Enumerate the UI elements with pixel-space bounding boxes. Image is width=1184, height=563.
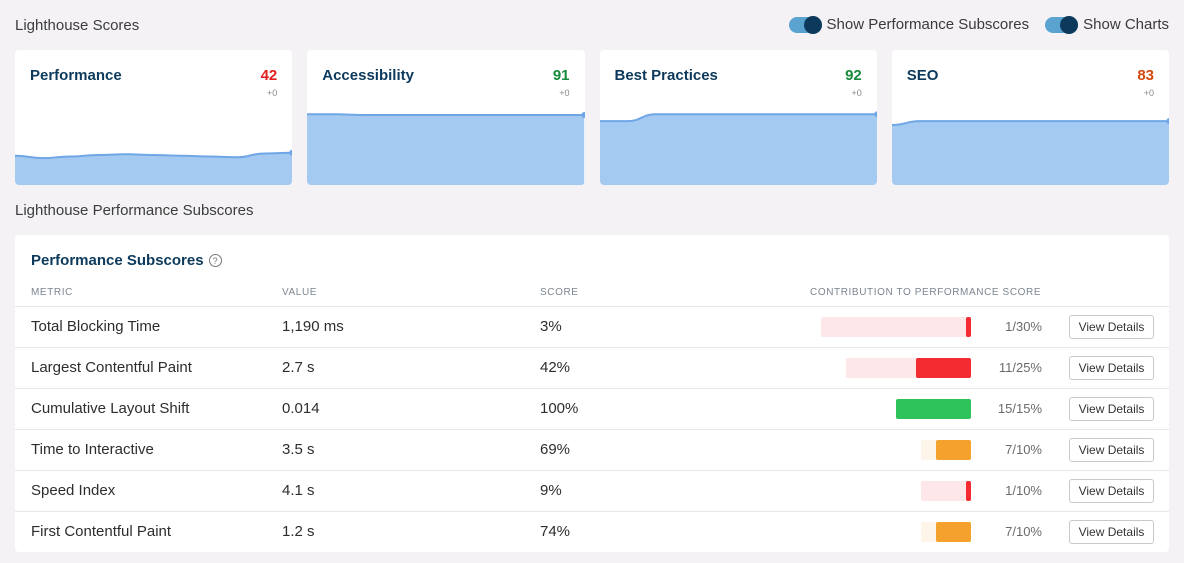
metric-score: 69% xyxy=(540,441,571,458)
metric-value: 3.5 s xyxy=(282,441,315,458)
contribution-bar-track xyxy=(821,317,971,337)
metric-value: 1.2 s xyxy=(282,523,315,540)
toggle-switch[interactable] xyxy=(788,15,822,34)
column-header-score: SCORE xyxy=(540,287,579,298)
contribution-ratio: 1/10% xyxy=(1005,483,1042,498)
table-row: Total Blocking Time 1,190 ms 3% 1/30% View D… xyxy=(15,307,1169,348)
toggle-show-performance-subscores[interactable]: Show Performance Subscores xyxy=(788,15,1030,34)
toggle-switch[interactable] xyxy=(1045,15,1079,34)
view-details-button[interactable]: View Details xyxy=(1069,356,1154,380)
metric-name: Total Blocking Time xyxy=(31,318,161,335)
contribution-bar-fill xyxy=(966,481,971,501)
metric-value: 1,190 ms xyxy=(282,318,344,335)
score-card-performance[interactable]: Performance 42 +0 xyxy=(15,50,293,185)
contribution-bar-track xyxy=(896,399,971,419)
metric-score: 74% xyxy=(540,523,571,540)
lighthouse-scores-heading: Lighthouse Scores xyxy=(15,17,140,34)
metric-value: 2.7 s xyxy=(282,359,315,376)
metric-score: 42% xyxy=(540,359,571,376)
card-score: 91 xyxy=(552,67,570,84)
table-row: Cumulative Layout Shift 0.014 100% 15/15% Vi… xyxy=(15,389,1169,430)
help-icon[interactable]: ? xyxy=(208,254,222,267)
card-title: SEO xyxy=(906,67,939,84)
contribution-bar-track xyxy=(846,358,971,378)
card-title: Accessibility xyxy=(322,67,414,84)
card-title: Best Practices xyxy=(614,67,718,84)
metric-name: Speed Index xyxy=(31,482,116,499)
card-score: 92 xyxy=(845,67,862,84)
contribution-bar-fill xyxy=(936,440,971,460)
view-details-button[interactable]: View Details xyxy=(1069,438,1154,462)
trend-area xyxy=(891,121,1169,185)
contribution-ratio: 7/10% xyxy=(1005,524,1042,539)
trend-chart xyxy=(307,112,585,185)
score-cards: Performance 42 +0 Accessibility 91 +0 Be… xyxy=(15,50,1169,185)
table-row: Largest Contentful Paint 2.7 s 42% 11/25% Vi… xyxy=(15,348,1169,389)
contribution-bar-fill xyxy=(916,358,971,378)
contribution-ratio: 15/15% xyxy=(997,401,1042,416)
trend-chart xyxy=(599,111,877,185)
contribution-ratio: 11/25% xyxy=(998,360,1042,375)
panel-title-text: Performance Subscores xyxy=(31,252,204,269)
panel-title: Performance Subscores ? xyxy=(31,252,222,269)
score-card-seo[interactable]: SEO 83 +0 xyxy=(891,50,1169,185)
metric-name: Cumulative Layout Shift xyxy=(31,400,190,417)
card-title: Performance xyxy=(30,67,122,84)
trend-chart xyxy=(891,118,1169,185)
table-body: Total Blocking Time 1,190 ms 3% 1/30% View D… xyxy=(15,307,1169,553)
metric-score: 3% xyxy=(540,318,562,335)
trend-area xyxy=(307,114,585,185)
metric-name: First Contentful Paint xyxy=(31,523,172,540)
table-row: Time to Interactive 3.5 s 69% 7/10% View Det… xyxy=(15,430,1169,471)
column-header-value: VALUE xyxy=(282,287,318,298)
score-card-accessibility[interactable]: Accessibility 91 +0 xyxy=(307,50,585,185)
toggle-knob xyxy=(1060,15,1079,34)
performance-subscores-heading: Lighthouse Performance Subscores xyxy=(15,202,254,219)
toggle-group: Show Performance Subscores Show Charts xyxy=(788,15,1169,34)
score-card-best-practices[interactable]: Best Practices 92 +0 xyxy=(599,50,877,185)
view-details-button[interactable]: View Details xyxy=(1069,520,1154,544)
metric-name: Largest Contentful Paint xyxy=(31,359,192,376)
table-header: METRIC VALUE SCORE CONTRIBUTION TO PERFO… xyxy=(15,285,1169,307)
trend-chart xyxy=(15,149,293,185)
trend-area xyxy=(599,114,877,185)
toggle-label: Show Charts xyxy=(1083,16,1169,33)
column-header-metric: METRIC xyxy=(31,287,73,298)
contribution-bar-track xyxy=(921,481,971,501)
view-details-button[interactable]: View Details xyxy=(1069,315,1154,339)
toggle-knob xyxy=(803,15,822,34)
contribution-bar-track xyxy=(921,522,971,542)
toggle-label: Show Performance Subscores xyxy=(826,16,1030,33)
toggle-show-charts[interactable]: Show Charts xyxy=(1045,15,1169,34)
metric-score: 100% xyxy=(540,400,579,417)
trend-line xyxy=(307,113,585,116)
metric-name: Time to Interactive xyxy=(31,441,154,458)
contribution-bar-track xyxy=(921,440,971,460)
contribution-bar-fill xyxy=(966,317,971,337)
card-score: 83 xyxy=(1137,67,1154,84)
contribution-ratio: 1/30% xyxy=(1005,319,1042,334)
contribution-bar-fill xyxy=(936,522,971,542)
table-row: First Contentful Paint 1.2 s 74% 7/10% View … xyxy=(15,512,1169,553)
table-row: Speed Index 4.1 s 9% 1/10% View Details xyxy=(15,471,1169,512)
view-details-button[interactable]: View Details xyxy=(1069,479,1154,503)
card-score: 42 xyxy=(260,67,278,84)
subscores-panel: Performance Subscores ? METRIC VALUE SCO… xyxy=(15,235,1169,552)
metric-value: 4.1 s xyxy=(282,482,315,499)
column-header-contribution: CONTRIBUTION TO PERFORMANCE SCORE xyxy=(810,287,1042,298)
contribution-ratio: 7/10% xyxy=(1005,442,1042,457)
metric-score: 9% xyxy=(540,482,562,499)
contribution-bar-fill xyxy=(896,399,971,419)
view-details-button[interactable]: View Details xyxy=(1069,397,1154,421)
metric-value: 0.014 xyxy=(282,400,320,417)
